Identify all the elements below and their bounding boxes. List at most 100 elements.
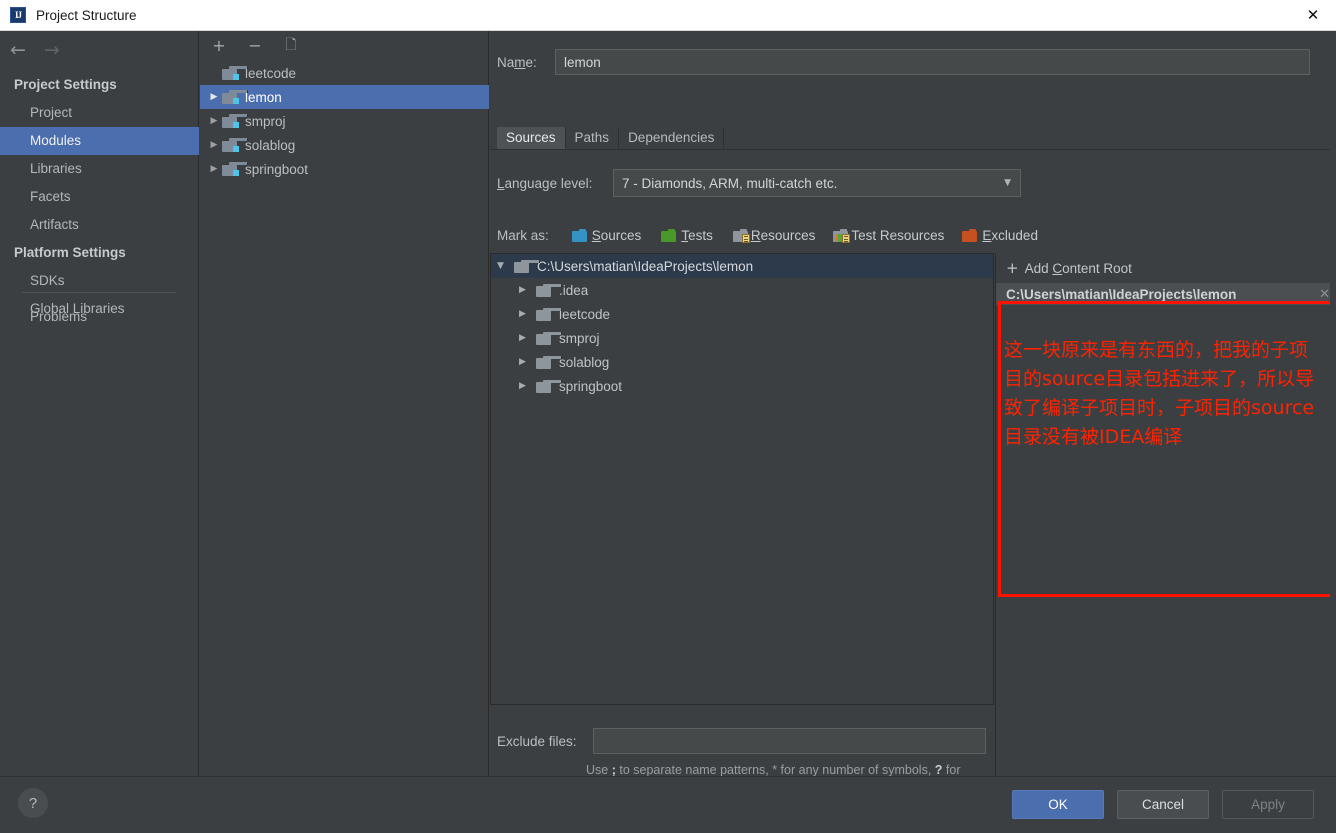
mark-as-sources-label: Sources xyxy=(591,227,642,243)
chevron-right-icon[interactable]: ▶ xyxy=(519,285,536,295)
sidebar-item-libraries[interactable]: Libraries xyxy=(0,155,199,183)
chevron-down-icon[interactable]: ▼ xyxy=(497,261,514,271)
mark-as-test-resources-label: Test Resources xyxy=(851,227,945,243)
sidebar-item-facets[interactable]: Facets xyxy=(0,183,199,211)
tree-row-label: .idea xyxy=(559,282,589,298)
sidebar-item-sdks[interactable]: SDKs xyxy=(0,267,199,295)
tree-row[interactable]: ▶ leetcode xyxy=(491,302,993,326)
language-level-row: Language level: 7 - Diamonds, ARM, multi… xyxy=(497,169,1021,197)
content-root-tree[interactable]: ▼ C:\Users\matian\IdeaProjects\lemon ▶ .… xyxy=(490,253,994,705)
name-label: Name: xyxy=(497,54,537,70)
plus-icon: + xyxy=(1006,259,1019,277)
chevron-right-icon[interactable]: ▶ xyxy=(519,333,536,343)
mark-as-test-resources-button[interactable]: Test Resources xyxy=(833,228,944,243)
content-root-header: C:\Users\matian\IdeaProjects\lemon ✕ xyxy=(996,283,1336,305)
add-content-root-label: Add Content Root xyxy=(1024,260,1132,276)
mark-as-resources-label: Resources xyxy=(750,227,816,243)
sidebar-group-project-settings: Project Settings xyxy=(14,77,117,92)
module-folder-icon xyxy=(222,90,248,104)
module-folder-icon xyxy=(222,138,248,152)
copy-module-button[interactable]: 🗋 xyxy=(282,37,300,55)
mark-as-resources-button[interactable]: Resources xyxy=(732,227,816,243)
forward-arrow-icon[interactable]: → xyxy=(44,39,60,61)
module-list-item-label: leetcode xyxy=(245,65,297,81)
module-list-item-smproj[interactable]: ▶ smproj xyxy=(200,109,489,133)
title-bar: IJ Project Structure ✕ xyxy=(0,0,1336,31)
chevron-down-icon: ▼ xyxy=(1004,178,1011,188)
cancel-button[interactable]: Cancel xyxy=(1117,790,1209,819)
folder-icon xyxy=(536,355,562,369)
settings-sidebar: ← → Project Settings Project Modules Lib… xyxy=(0,31,199,776)
apply-button[interactable]: Apply xyxy=(1222,790,1314,819)
language-level-label: Language level: xyxy=(497,175,593,191)
module-folder-icon xyxy=(222,114,248,128)
module-list-item-springboot[interactable]: ▶ springboot xyxy=(200,157,489,181)
tree-row[interactable]: ▶ smproj xyxy=(491,326,993,350)
annotation-text: 这一块原来是有东西的，把我的子项目的source目录包括进来了，所以导致了编译子… xyxy=(1004,339,1315,448)
language-level-value: 7 - Diamonds, ARM, multi-catch etc. xyxy=(622,175,838,191)
module-list-item-solablog[interactable]: ▶ solablog xyxy=(200,133,489,157)
navigation-arrows: ← → xyxy=(10,39,60,61)
exclude-files-label: Exclude files: xyxy=(497,733,577,749)
module-list-item-label: solablog xyxy=(245,137,296,153)
ok-button[interactable]: OK xyxy=(1012,790,1104,819)
tree-row-label: solablog xyxy=(559,354,610,370)
tree-row-label: leetcode xyxy=(559,306,611,322)
sidebar-divider xyxy=(22,292,176,293)
content-root-path: C:\Users\matian\IdeaProjects\lemon xyxy=(1006,286,1237,302)
window-title: Project Structure xyxy=(36,7,137,23)
chevron-right-icon[interactable]: ▶ xyxy=(206,164,222,174)
chevron-right-icon[interactable]: ▶ xyxy=(206,140,222,150)
exclude-files-input[interactable] xyxy=(593,728,986,754)
add-module-button[interactable]: + xyxy=(210,36,228,55)
dialog-body: ← → Project Settings Project Modules Lib… xyxy=(0,31,1336,807)
language-level-select[interactable]: 7 - Diamonds, ARM, multi-catch etc. ▼ xyxy=(613,169,1021,197)
back-arrow-icon[interactable]: ← xyxy=(10,39,26,61)
exclude-files-row: Exclude files: xyxy=(497,728,986,754)
mark-as-label: Mark as: xyxy=(497,227,549,243)
module-folder-icon xyxy=(222,162,248,176)
tree-row-label: springboot xyxy=(559,378,623,394)
sidebar-item-modules[interactable]: Modules xyxy=(0,127,199,155)
chevron-right-icon[interactable]: ▶ xyxy=(206,92,222,102)
mark-as-excluded-button[interactable]: Excluded xyxy=(962,228,1038,243)
sources-folder-icon xyxy=(571,228,588,242)
chevron-right-icon[interactable]: ▶ xyxy=(519,309,536,319)
close-icon[interactable]: ✕ xyxy=(1290,0,1336,30)
mark-as-excluded-label: Excluded xyxy=(982,227,1038,243)
sidebar-item-artifacts[interactable]: Artifacts xyxy=(0,211,199,239)
add-content-root-button[interactable]: + Add Content Root xyxy=(996,253,1336,283)
resources-folder-icon xyxy=(732,228,750,243)
mark-as-sources-button[interactable]: Sources xyxy=(571,227,642,243)
remove-module-button[interactable]: − xyxy=(246,36,264,55)
tree-row-label: smproj xyxy=(559,330,600,346)
sidebar-group-platform-settings: Platform Settings xyxy=(14,245,126,260)
module-list-item-label: lemon xyxy=(245,89,282,105)
tree-row[interactable]: ▶ springboot xyxy=(491,374,993,398)
test-resources-folder-icon xyxy=(833,228,851,243)
mark-as-tests-button[interactable]: Tests xyxy=(661,228,713,243)
help-button[interactable]: ? xyxy=(18,788,48,818)
chevron-right-icon[interactable]: ▶ xyxy=(519,357,536,367)
tab-sources[interactable]: Sources xyxy=(497,127,566,149)
folder-icon xyxy=(536,331,562,345)
folder-icon xyxy=(536,283,562,297)
chevron-right-icon[interactable]: ▶ xyxy=(519,381,536,391)
excluded-folder-icon xyxy=(962,228,978,242)
remove-content-root-icon[interactable]: ✕ xyxy=(1319,287,1330,302)
vertical-scrollbar[interactable] xyxy=(1330,62,1336,807)
tab-dependencies[interactable]: Dependencies xyxy=(619,127,725,149)
name-row: Name: xyxy=(497,49,1310,75)
mark-as-row: Mark as: Sources Tests Resources Test Re… xyxy=(497,225,1058,245)
chevron-right-icon[interactable]: ▶ xyxy=(206,116,222,126)
module-list-item-leetcode[interactable]: ▶ leetcode xyxy=(200,61,489,85)
sidebar-item-project[interactable]: Project xyxy=(0,99,199,127)
tab-paths[interactable]: Paths xyxy=(566,127,620,149)
tree-row-root[interactable]: ▼ C:\Users\matian\IdeaProjects\lemon xyxy=(491,254,993,278)
name-input[interactable] xyxy=(555,49,1310,75)
tree-row[interactable]: ▶ .idea xyxy=(491,278,993,302)
module-toolbar: + − 🗋 xyxy=(200,31,489,60)
module-list-item-lemon[interactable]: ▶ lemon xyxy=(200,85,489,109)
sidebar-item-problems[interactable]: Problems xyxy=(0,303,199,331)
tree-row[interactable]: ▶ solablog xyxy=(491,350,993,374)
